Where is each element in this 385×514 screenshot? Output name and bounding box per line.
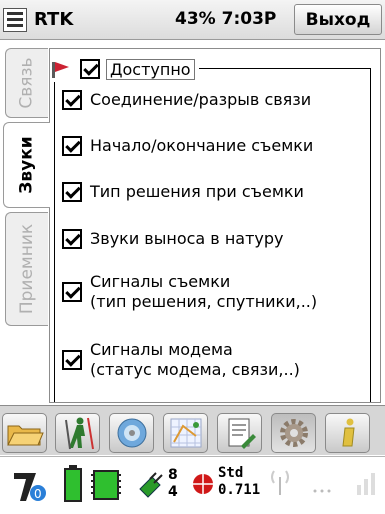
- start-menu-icon[interactable]: [3, 8, 27, 32]
- battery-clock-status: 43% 7:03P: [175, 9, 277, 29]
- checkbox[interactable]: [62, 182, 82, 202]
- bottom-toolbar: [0, 405, 385, 455]
- grid-map-icon[interactable]: [163, 413, 208, 453]
- solution-status: Std 0.711: [218, 465, 260, 499]
- tab-receiver[interactable]: Приемник: [5, 212, 48, 326]
- option-survey-start-sound[interactable]: Начало/окончание съемки: [62, 136, 313, 156]
- option-survey-signals[interactable]: Сигналы съемки (тип решения, спутники,..…: [62, 272, 317, 312]
- satellite-icon: [136, 469, 166, 505]
- exit-button[interactable]: Выход: [294, 4, 382, 35]
- more-icon[interactable]: [312, 479, 332, 498]
- tab-connection[interactable]: Связь: [5, 48, 48, 118]
- satellite-counts: 8 4: [168, 467, 178, 501]
- battery-icon: [88, 465, 124, 507]
- enabled-label: Доступно: [106, 58, 195, 80]
- instrument-icon[interactable]: 0: [12, 467, 56, 507]
- battery-icon: [64, 465, 82, 507]
- option-modem-signals[interactable]: Сигналы модема (статус модема, связи,..): [62, 340, 300, 380]
- flag-icon: [52, 60, 74, 78]
- option-label: Сигналы модема (статус модема, связи,..): [90, 340, 300, 379]
- satellites-other: 4: [168, 484, 178, 500]
- solution-indicator-icon: [190, 471, 216, 501]
- option-solution-type-sound[interactable]: Тип решения при съемки: [62, 182, 304, 202]
- solution-precision: 0.711: [218, 482, 261, 498]
- signal-bars-icon: [356, 471, 376, 499]
- folder-icon[interactable]: [2, 413, 47, 453]
- checkbox[interactable]: [62, 350, 82, 370]
- checkbox[interactable]: [62, 136, 82, 156]
- checkbox[interactable]: [62, 90, 82, 110]
- survey-person-icon[interactable]: [55, 413, 100, 453]
- option-label: Начало/окончание съемки: [90, 136, 314, 155]
- tab-sounds[interactable]: Звуки: [3, 122, 50, 208]
- option-stakeout-sound[interactable]: Звуки выноса в натуру: [62, 229, 284, 249]
- group-header: Доступно: [52, 56, 199, 82]
- option-label: Звуки выноса в натуру: [90, 229, 284, 248]
- app-title: RTK: [34, 9, 74, 30]
- radio-antenna-icon: [268, 467, 292, 501]
- option-label: Тип решения при съемки: [90, 182, 304, 201]
- disc-icon[interactable]: [109, 413, 154, 453]
- option-connection-sound[interactable]: Соединение/разрыв связи: [62, 90, 311, 110]
- checkbox[interactable]: [62, 282, 82, 302]
- title-bar: RTK 43% 7:03P Выход: [0, 0, 385, 40]
- info-icon[interactable]: [325, 413, 370, 453]
- option-label: Соединение/разрыв связи: [90, 90, 312, 109]
- document-icon[interactable]: [217, 413, 262, 453]
- status-bar: 0 8 4 Std 0.711: [0, 456, 385, 514]
- instrument-badge: 0: [34, 487, 42, 501]
- checkbox[interactable]: [62, 229, 82, 249]
- solution-type: Std: [218, 465, 244, 481]
- gear-icon[interactable]: [271, 413, 316, 453]
- satellites-used: 8: [168, 467, 178, 483]
- enabled-checkbox[interactable]: [80, 59, 100, 79]
- option-label: Сигналы съемки (тип решения, спутники,..…: [90, 272, 318, 311]
